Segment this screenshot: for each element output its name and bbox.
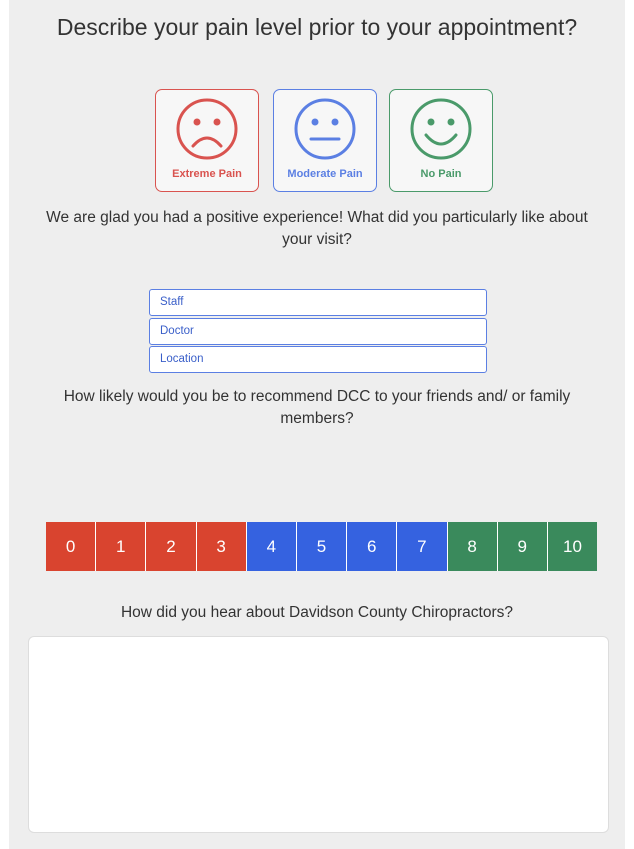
no-pain-label: No Pain [420, 168, 462, 180]
like-question: We are glad you had a positive experienc… [46, 209, 588, 248]
survey-page: Describe your pain level prior to your a… [9, 0, 625, 849]
happy-face-icon [410, 98, 472, 160]
extreme-pain-button[interactable]: Extreme Pain [155, 89, 259, 192]
no-pain-button[interactable]: No Pain [389, 89, 493, 192]
recommend-question: How likely would you be to recommend DCC… [63, 388, 571, 427]
scale-option-6[interactable]: 6 [347, 522, 398, 571]
scale-option-7[interactable]: 7 [397, 522, 448, 571]
sad-face-icon [176, 98, 238, 160]
moderate-pain-button[interactable]: Moderate Pain [273, 89, 377, 192]
scale-option-3[interactable]: 3 [196, 522, 247, 571]
like-option-doctor[interactable]: Doctor [149, 318, 487, 345]
extreme-pain-label: Extreme Pain [172, 168, 242, 180]
scale-option-8[interactable]: 8 [447, 522, 498, 571]
moderate-pain-label: Moderate Pain [287, 168, 363, 180]
scale-option-0[interactable]: 0 [46, 522, 97, 571]
scale-option-1[interactable]: 1 [96, 522, 147, 571]
scale-option-10[interactable]: 10 [547, 522, 598, 571]
hear-question: How did you hear about Davidson County C… [120, 604, 514, 621]
recommend-scale: 0 1 2 3 4 5 6 7 8 9 10 [46, 522, 598, 571]
like-option-staff[interactable]: Staff [149, 289, 487, 316]
hear-textbox[interactable] [28, 636, 609, 833]
scale-option-2[interactable]: 2 [146, 522, 197, 571]
scale-option-4[interactable]: 4 [246, 522, 297, 571]
pain-question: Describe your pain level prior to your a… [56, 14, 578, 40]
neutral-face-icon [294, 98, 356, 160]
scale-option-9[interactable]: 9 [497, 522, 548, 571]
scale-option-5[interactable]: 5 [296, 522, 348, 571]
like-option-location[interactable]: Location [149, 346, 487, 373]
